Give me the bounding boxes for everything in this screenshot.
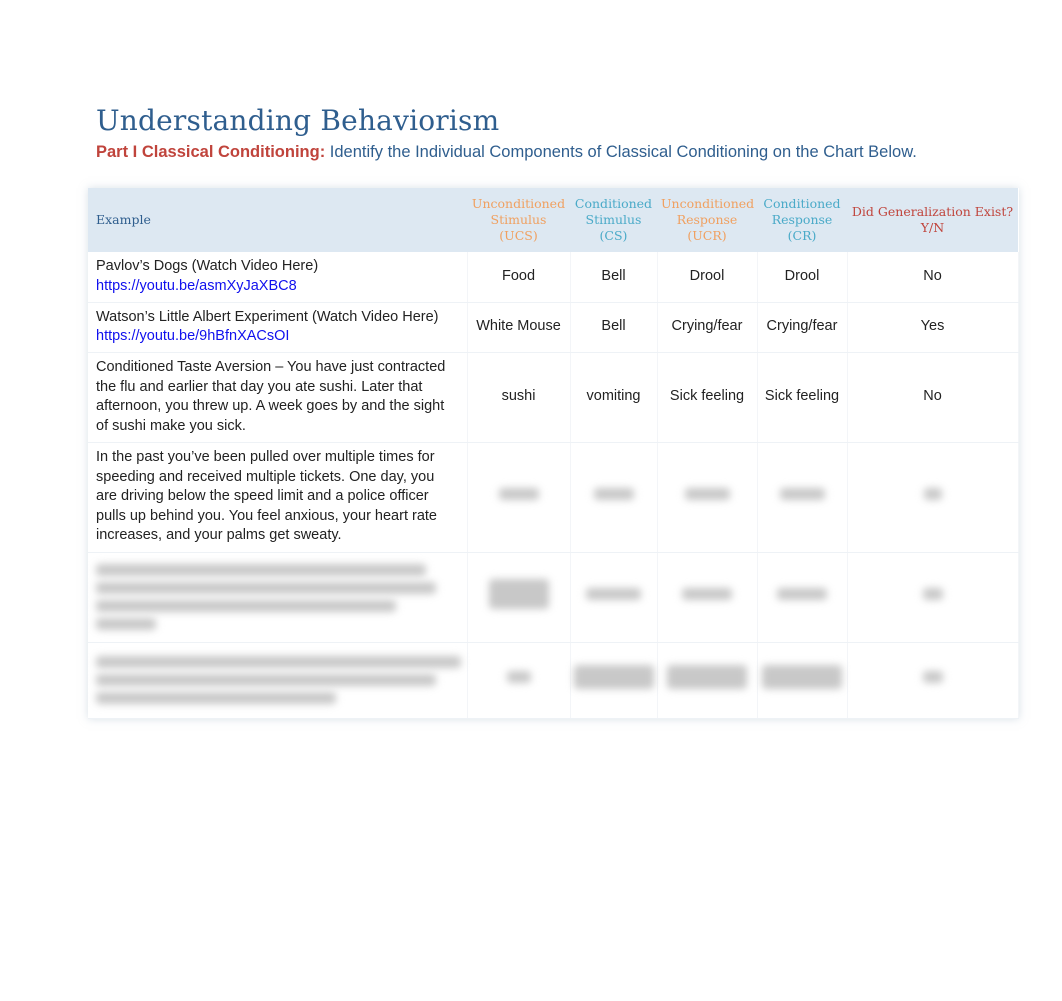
blurred-cell [847,552,1019,643]
cs-cell: vomiting [570,352,658,443]
header-cs: Conditioned Stimulus (CS) [570,188,657,252]
ucr-cell: Sick feeling [657,352,758,443]
example-cell: Conditioned Taste Aversion – You have ju… [88,352,468,443]
ucs-cell: Food [467,252,571,303]
example-text: Watson’s Little Albert Experiment (Watch… [96,308,439,325]
example-cell: In the past you’ve been pulled over mult… [88,442,468,553]
blurred-cell [757,442,848,553]
ucs-cell: sushi [467,352,571,443]
blurred-cell [570,552,658,643]
generalization-cell: No [847,252,1019,303]
cs-cell: Bell [570,302,658,353]
subtitle-text: Identify the Individual Components of Cl… [325,143,917,161]
blurred-cell [757,552,848,643]
blurred-cell [657,552,758,643]
ucr-cell: Drool [657,252,758,303]
header-ucr: Unconditioned Response (UCR) [657,188,757,252]
example-cell: Pavlov’s Dogs (Watch Video Here) https://… [88,252,468,303]
blurred-cell [847,442,1019,553]
ucr-cell: Crying/fear [657,302,758,353]
generalization-cell: Yes [847,302,1019,353]
blurred-cell [570,442,658,553]
conditioning-table: Example Unconditioned Stimulus (UCS) Con… [88,188,1019,719]
header-example: Example [88,188,467,252]
table-row-blurred [88,642,1019,719]
example-text: Pavlov’s Dogs (Watch Video Here) [96,258,319,275]
blurred-cell [467,552,571,643]
subtitle-bold: Part I Classical Conditioning: [96,143,326,161]
cr-cell: Sick feeling [757,352,848,443]
generalization-cell: No [847,352,1019,443]
page-title: Understanding Behaviorism [96,104,500,137]
video-link[interactable]: https://youtu.be/9hBfnXACsOI [96,328,289,344]
blurred-cell [88,552,468,643]
table-row-blurred [88,552,1019,643]
header-ucs: Unconditioned Stimulus (UCS) [467,188,570,252]
header-row: Example Unconditioned Stimulus (UCS) Con… [88,188,1018,252]
blurred-cell [847,642,1019,719]
blurred-cell [657,642,758,719]
header-generalization: Did Generalization Exist? Y/N [847,188,1018,252]
table-row: Watson’s Little Albert Experiment (Watch… [88,302,1019,353]
blurred-cell [467,442,571,553]
table-row: In the past you’ve been pulled over mult… [88,442,1019,553]
blurred-cell [657,442,758,553]
cr-cell: Drool [757,252,848,303]
table-row: Conditioned Taste Aversion – You have ju… [88,352,1019,443]
subtitle: Part I Classical Conditioning: Identify … [96,143,917,162]
table-row: Pavlov’s Dogs (Watch Video Here) https://… [88,252,1019,303]
example-cell: Watson’s Little Albert Experiment (Watch… [88,302,468,353]
header-cr: Conditioned Response (CR) [757,188,847,252]
ucs-cell: White Mouse [467,302,571,353]
blurred-cell [757,642,848,719]
blurred-cell [570,642,658,719]
blurred-cell [88,642,468,719]
cr-cell: Crying/fear [757,302,848,353]
blurred-cell [467,642,571,719]
cs-cell: Bell [570,252,658,303]
video-link[interactable]: https://youtu.be/asmXyJaXBC8 [96,278,297,294]
